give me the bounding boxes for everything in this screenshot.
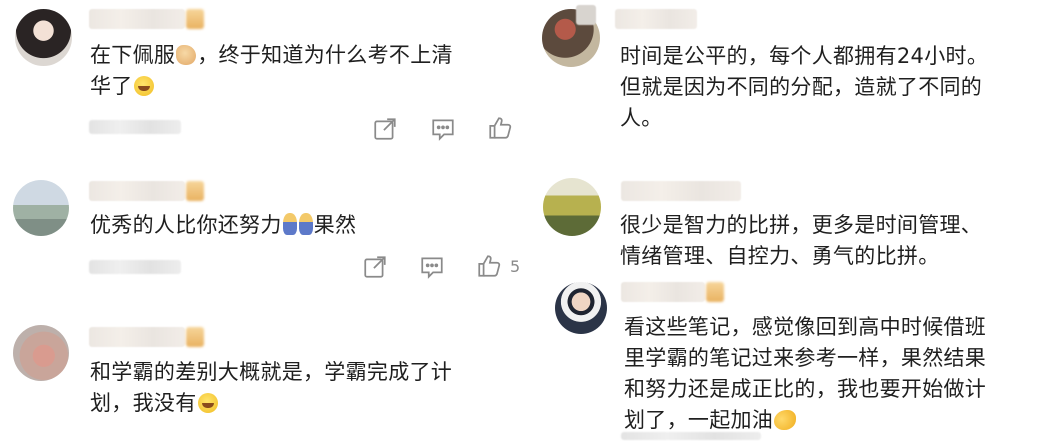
username-blurred[interactable]: [621, 282, 705, 302]
laughing-emoji-icon: [133, 76, 154, 96]
timestamp-blurred: [89, 260, 181, 274]
laughing-emoji-icon: [197, 393, 218, 413]
username-blurred[interactable]: [89, 327, 185, 347]
comments-column-right: 时间是公平的，每个人都拥有24小时。 但就是因为不同的分配，造就了不同的 人。 …: [540, 0, 1042, 441]
member-badge: [186, 327, 204, 347]
member-badge: [706, 282, 724, 302]
username-blurred[interactable]: [576, 5, 596, 25]
comment-text: 看这些笔记，感觉像回到高中时候借班 里学霸的笔记过来参考一样，果然结果 和努力还…: [624, 315, 987, 432]
flexed-biceps-emoji-icon: [774, 410, 797, 430]
avatar[interactable]: [555, 282, 607, 334]
avatar[interactable]: [543, 178, 601, 236]
comment-text: 在下佩服 ，终于知道为什么考不上清 华了: [90, 43, 453, 98]
avatar[interactable]: [13, 325, 69, 381]
share-icon[interactable]: [362, 254, 388, 280]
avatar[interactable]: [15, 9, 72, 66]
timestamp-blurred: [621, 432, 761, 440]
username-blurred[interactable]: [621, 181, 741, 201]
thumbs-up-icon[interactable]: [476, 253, 502, 279]
timestamp-blurred: [89, 120, 181, 134]
avatar[interactable]: [13, 180, 69, 236]
comment-screenshot: 在下佩服 ，终于知道为什么考不上清 华了 优秀的人比你还努力 果然 5 和学霸的…: [0, 0, 1042, 441]
thumbs-up-icon[interactable]: [487, 115, 513, 141]
bowing-emoji-icon: [298, 213, 313, 235]
comment-text: 优秀的人比你还努力 果然: [90, 213, 357, 237]
bowing-emoji-icon: [282, 213, 297, 235]
comment-text: 时间是公平的，每个人都拥有24小时。 但就是因为不同的分配，造就了不同的 人。: [620, 44, 989, 130]
username-blurred[interactable]: [89, 9, 185, 29]
comment-icon[interactable]: [419, 254, 445, 280]
username-blurred[interactable]: [89, 181, 185, 201]
comment-icon[interactable]: [430, 116, 456, 142]
member-badge: [186, 9, 204, 29]
member-badge: [186, 181, 204, 201]
username-blurred[interactable]: [615, 9, 697, 29]
like-count: 5: [510, 257, 521, 276]
share-icon[interactable]: [372, 116, 398, 142]
pray-hands-emoji-icon: [176, 45, 197, 65]
comments-column-left: 在下佩服 ，终于知道为什么考不上清 华了 优秀的人比你还努力 果然 5 和学霸的…: [0, 0, 530, 441]
comment-text: 很少是智力的比拼，更多是时间管理、 情绪管理、自控力、勇气的比拼。: [620, 213, 983, 268]
comment-text: 和学霸的差别大概就是，学霸完成了计 划，我没有: [90, 360, 453, 415]
